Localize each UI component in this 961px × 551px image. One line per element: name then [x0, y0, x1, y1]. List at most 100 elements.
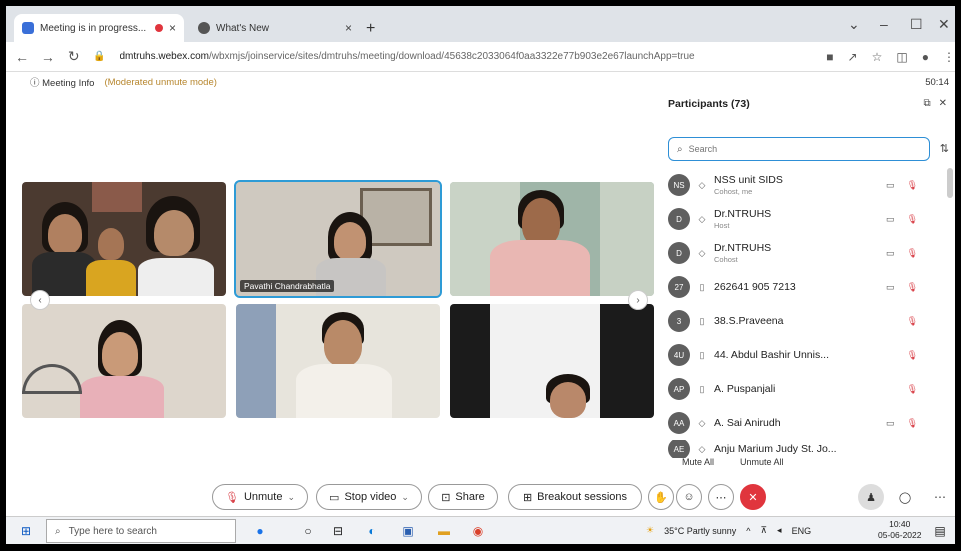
weather-text[interactable]: 35°C Partly sunny [664, 526, 736, 536]
volume-icon[interactable]: ◂ [777, 525, 782, 536]
notification-icon[interactable]: ▤ [930, 521, 950, 541]
participant-row[interactable]: D ◇ Dr.NTRUHS Host ▭ 🎙 [668, 202, 946, 236]
video-tile[interactable] [22, 304, 226, 418]
participant-search[interactable]: ⌕ [668, 137, 930, 161]
person-face [550, 382, 586, 418]
next-page-icon[interactable]: › [628, 290, 648, 310]
tab-meeting[interactable]: Meeting is in progress... × [14, 14, 184, 42]
video-tile[interactable] [450, 182, 654, 296]
muted-mic-icon[interactable]: 🎙 [907, 418, 918, 429]
participant-name: 38.S.Praveena [714, 315, 784, 327]
breakout-icon: ⊞ [522, 491, 533, 504]
video-tile[interactable] [450, 304, 654, 418]
participant-row[interactable]: AE ◇ Anju Marium Judy St. Jo... [668, 440, 946, 458]
mute-all-button[interactable]: Mute All [682, 457, 714, 467]
chrome-icon[interactable]: ◉ [468, 521, 488, 541]
chevron-up-icon[interactable]: ^ [746, 526, 750, 536]
camera-icon[interactable]: ■ [826, 50, 833, 64]
leave-meeting-icon[interactable]: ✕ [740, 484, 766, 510]
participant-row[interactable]: AA ◇ A. Sai Anirudh ▭ 🎙 [668, 406, 946, 440]
widgets-icon[interactable]: ⊟ [328, 521, 348, 541]
participant-list: NS ◇ NSS unit SIDS Cohost, me ▭ 🎙 D ◇ Dr.N… [668, 168, 946, 458]
forward-icon[interactable]: → [38, 49, 58, 65]
video-tile-active-speaker[interactable]: Pavathi Chandrabhatla [234, 180, 442, 298]
unmute-button[interactable]: 🎙 Unmute ⌄ [212, 484, 308, 510]
taskbar-clock[interactable]: 10:40 05-06-2022 [878, 519, 921, 541]
participant-name: Dr.NTRUHS [714, 242, 772, 254]
participants-icon[interactable]: ♟ [858, 484, 884, 510]
scrollbar[interactable] [947, 168, 953, 198]
language-label[interactable]: ENG [792, 526, 812, 536]
network-icon[interactable]: ⊼ [760, 525, 767, 536]
video-tile[interactable] [22, 182, 226, 296]
participant-row[interactable]: 4U ▯ 44. Abdul Bashir Unnis... 🎙 [668, 338, 946, 372]
close-tab-icon[interactable]: × [169, 21, 176, 35]
reactions-icon[interactable]: ☺ [676, 484, 702, 510]
avatar: AA [668, 412, 690, 434]
windows-start-icon[interactable]: ⊞ [16, 521, 36, 541]
more-options-icon[interactable]: ⋯ [708, 484, 734, 510]
chat-icon[interactable]: ◯ [892, 484, 918, 510]
back-icon[interactable]: ← [12, 49, 32, 65]
participant-row[interactable]: 3 ▯ 38.S.Praveena 🎙 [668, 304, 946, 338]
lock-icon[interactable]: 🔒 [90, 51, 110, 62]
video-icon: ▭ [329, 491, 340, 504]
breakout-sessions-button[interactable]: ⊞ Breakout sessions [508, 484, 642, 510]
menu-icon[interactable]: ⋮ [943, 50, 955, 64]
participant-row[interactable]: AP ▯ A. Puspanjali 🎙 [668, 372, 946, 406]
participant-name: Anju Marium Judy St. Jo... [714, 443, 837, 455]
store-icon[interactable]: ▣ [398, 521, 418, 541]
star-icon[interactable]: ☆ [872, 50, 883, 64]
task-view-icon[interactable]: ○ [298, 521, 318, 541]
raise-hand-icon[interactable]: ✋ [648, 484, 674, 510]
participant-row[interactable]: 27 ▯ 262641 905 7213 ▭ 🎙 [668, 270, 946, 304]
close-tab-icon[interactable]: × [345, 21, 352, 35]
video-grid: Pavathi Chandrabhatla ‹ › [22, 180, 654, 418]
participant-row[interactable]: D ◇ Dr.NTRUHS Cohost ▭ 🎙 [668, 236, 946, 270]
close-window-icon[interactable]: ✕ [938, 16, 950, 33]
camera-icon: ▭ [886, 213, 895, 224]
muted-mic-icon[interactable]: 🎙 [907, 180, 918, 191]
stop-video-label: Stop video [344, 491, 397, 503]
muted-mic-icon: 🎙 [224, 491, 239, 504]
muted-mic-icon[interactable]: 🎙 [907, 384, 918, 395]
address-bar: ← → ↻ 🔒 dmtruhs.webex.com/wbxmjs/joinser… [6, 42, 955, 72]
stop-video-button[interactable]: ▭ Stop video ⌄ [316, 484, 422, 510]
video-tile[interactable] [236, 304, 440, 418]
avatar: D [668, 242, 690, 264]
minimize-icon[interactable]: – [880, 16, 888, 32]
sort-icon[interactable]: ⇅ [940, 142, 949, 155]
tab-whats-new[interactable]: What's New × [190, 14, 360, 42]
muted-mic-icon[interactable]: 🎙 [907, 350, 918, 361]
close-panel-icon[interactable]: ✕ [939, 98, 947, 109]
connection-icon: ◇ [698, 179, 706, 190]
tab-search-icon[interactable]: ⌄ [848, 16, 860, 33]
more-panels-icon[interactable]: ⋯ [934, 490, 946, 504]
share-button[interactable]: ⊡ Share [428, 484, 498, 510]
maximize-icon[interactable]: ☐ [910, 16, 923, 33]
unmute-all-button[interactable]: Unmute All [740, 457, 784, 467]
phone-icon: ▯ [699, 383, 705, 394]
edge-icon[interactable]: ◐ [362, 521, 382, 541]
participant-row[interactable]: NS ◇ NSS unit SIDS Cohost, me ▭ 🎙 [668, 168, 946, 202]
prev-page-icon[interactable]: ‹ [30, 290, 50, 310]
popout-icon[interactable]: ⧉ [923, 98, 930, 109]
file-explorer-icon[interactable]: ▬ [434, 521, 454, 541]
news-widget-icon[interactable]: ● [250, 521, 270, 541]
url-field[interactable]: dmtruhs.webex.com/wbxmjs/joinservice/sit… [120, 51, 807, 62]
phone-icon: ▯ [699, 349, 705, 360]
muted-mic-icon[interactable]: 🎙 [907, 248, 918, 259]
muted-mic-icon[interactable]: 🎙 [907, 316, 918, 327]
new-tab-icon[interactable]: + [366, 20, 375, 38]
taskbar-search[interactable]: ⌕ Type here to search [46, 519, 236, 543]
sidebar-icon[interactable]: ◫ [896, 50, 907, 64]
muted-mic-icon[interactable]: 🎙 [907, 282, 918, 293]
share-icon[interactable]: ↗ [848, 50, 858, 64]
muted-mic-icon[interactable]: 🎙 [907, 214, 918, 225]
meeting-info-button[interactable]: ⓘ Meeting Info [30, 75, 94, 89]
profile-icon[interactable]: ● [922, 50, 929, 64]
windows-taskbar: ⊞ ⌕ Type here to search ● ○ ⊟ ◐ ▣ ▬ ◉ ☀ … [6, 516, 955, 544]
reload-icon[interactable]: ↻ [64, 48, 84, 65]
share-label: Share [455, 491, 485, 503]
search-input[interactable] [688, 144, 909, 154]
